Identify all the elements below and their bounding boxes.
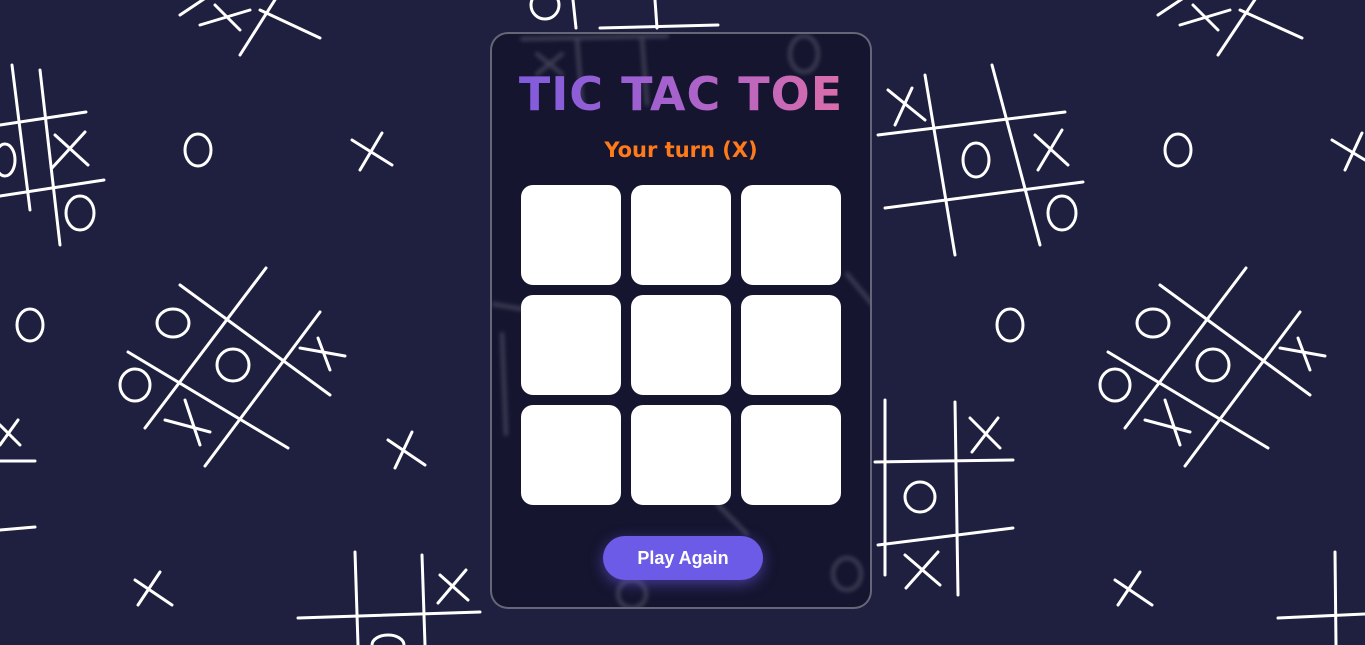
board-cell-5[interactable]	[631, 295, 731, 395]
game-title: TIC TAC TOE	[492, 66, 870, 122]
board-cell-7[interactable]	[521, 405, 621, 505]
board-cell-1[interactable]	[521, 185, 621, 285]
game-card: TIC TAC TOE Your turn (X) Play Again	[490, 32, 872, 609]
turn-status: Your turn (X)	[604, 138, 758, 162]
board-cell-4[interactable]	[521, 295, 621, 395]
game-board	[521, 185, 843, 507]
board-cell-2[interactable]	[631, 185, 731, 285]
play-again-button[interactable]: Play Again	[603, 536, 763, 580]
board-cell-8[interactable]	[631, 405, 731, 505]
board-cell-6[interactable]	[741, 295, 841, 395]
board-cell-3[interactable]	[741, 185, 841, 285]
board-cell-9[interactable]	[741, 405, 841, 505]
